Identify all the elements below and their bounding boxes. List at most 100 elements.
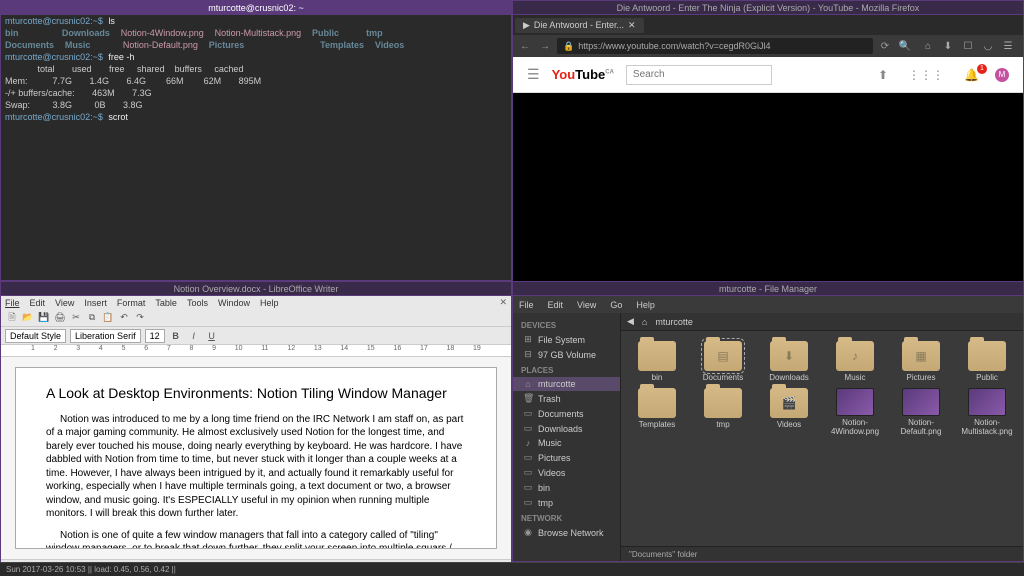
folder-item[interactable]: ⬇Downloads — [759, 341, 819, 382]
url-bar[interactable]: 🔒https://www.youtube.com/watch?v=cegdR0G… — [557, 38, 873, 54]
fm-title[interactable]: mturcotte - File Manager — [513, 282, 1023, 296]
sidebar-item[interactable]: ▭tmp — [513, 495, 620, 510]
taskbar[interactable]: Sun 2017-03-26 10:53 || load: 0.45, 0.56… — [0, 562, 1024, 576]
menubar: File Edit View Insert Format Table Tools… — [1, 296, 511, 309]
paste-icon[interactable]: 📋 — [101, 311, 115, 325]
image-item[interactable]: Notion-4Window.png — [825, 388, 885, 436]
italic-icon[interactable]: I — [187, 329, 201, 343]
filemanager-pane: mturcotte - File Manager File Edit View … — [512, 281, 1024, 562]
folder-icon: ▭ — [523, 408, 533, 419]
close-icon[interactable]: ✕ — [628, 20, 636, 31]
font-select[interactable]: Liberation Serif — [70, 329, 141, 343]
nav-back-icon[interactable]: ◀ — [627, 316, 634, 327]
terminal-body[interactable]: mturcotte@crusnic02:~$ ls bin Downloads … — [1, 15, 511, 125]
menu-icon[interactable]: ☰ — [1001, 39, 1015, 53]
sidebar-item-label: tmp — [538, 498, 553, 508]
bookmark-icon[interactable]: ☐ — [961, 39, 975, 53]
download-icon[interactable]: ⬇ — [941, 39, 955, 53]
breadcrumb[interactable]: mturcotte — [655, 317, 693, 327]
sidebar-item[interactable]: ⌂mturcotte — [513, 377, 620, 391]
yt-menu-icon[interactable]: ☰ — [527, 66, 540, 83]
folder-item[interactable]: ▤Documents — [693, 341, 753, 382]
folder-item[interactable]: 🎬Videos — [759, 388, 819, 436]
sidebar-item[interactable]: ⊞File System — [513, 332, 620, 347]
video-player[interactable] — [513, 93, 1023, 283]
apps-icon[interactable]: ⋮⋮⋮ — [904, 68, 948, 82]
size-select[interactable]: 12 — [145, 329, 165, 343]
folder-item[interactable]: Public — [957, 341, 1017, 382]
bold-icon[interactable]: B — [169, 329, 183, 343]
menu-edit[interactable]: Edit — [30, 298, 46, 308]
home-icon[interactable]: ⌂ — [642, 317, 647, 327]
sidebar-item[interactable]: 🗑Trash — [513, 391, 620, 406]
document-area[interactable]: A Look at Desktop Environments: Notion T… — [1, 357, 511, 559]
open-icon[interactable]: 📂 — [21, 311, 35, 325]
menu-table[interactable]: Table — [155, 298, 177, 308]
browser-tab[interactable]: ▶Die Antwoord - Enter...✕ — [515, 18, 644, 33]
upload-icon[interactable]: ⬆ — [874, 68, 892, 82]
back-button[interactable]: ← — [517, 38, 533, 54]
paragraph: Notion is one of quite a few window mana… — [46, 529, 466, 549]
notifications-icon[interactable]: 🔔 — [960, 68, 983, 82]
menu-insert[interactable]: Insert — [84, 298, 107, 308]
terminal-title[interactable]: mturcotte@crusnic02: ~ — [1, 1, 511, 15]
copy-icon[interactable]: ⧉ — [85, 311, 99, 325]
doc-close-icon[interactable]: ✕ — [499, 297, 507, 308]
paragraph: Notion was introduced to me by a long ti… — [46, 413, 466, 521]
sidebar-item[interactable]: ♪Music — [513, 436, 620, 450]
image-item[interactable]: Notion-Default.png — [891, 388, 951, 436]
sidebar-item[interactable]: ▭bin — [513, 480, 620, 495]
menu-file[interactable]: File — [5, 298, 20, 308]
sidebar-item[interactable]: ◉Browse Network — [513, 525, 620, 540]
menu-format[interactable]: Format — [117, 298, 146, 308]
folder-item[interactable]: bin — [627, 341, 687, 382]
folder-item[interactable]: ♪Music — [825, 341, 885, 382]
menu-view[interactable]: View — [55, 298, 74, 308]
pocket-icon[interactable]: ◡ — [981, 39, 995, 53]
firefox-title[interactable]: Die Antwoord - Enter The Ninja (Explicit… — [513, 1, 1023, 15]
ruler[interactable]: 12345678910111213141516171819 — [1, 345, 511, 357]
youtube-search-input[interactable] — [626, 65, 772, 85]
menu-window[interactable]: Window — [218, 298, 250, 308]
folder-icon: ♪ — [523, 438, 533, 448]
sidebar: DEVICES ⊞File System⊟97 GB Volume PLACES… — [513, 313, 621, 561]
icon-view[interactable]: bin▤Documents⬇Downloads♪Music▦PicturesPu… — [621, 331, 1023, 546]
search-button[interactable]: 🔍 — [897, 38, 913, 54]
sidebar-item[interactable]: ▭Documents — [513, 406, 620, 421]
folder-item[interactable]: Templates — [627, 388, 687, 436]
underline-icon[interactable]: U — [205, 329, 219, 343]
print-icon[interactable]: 🖨 — [53, 311, 67, 325]
folder-icon: 🗑 — [523, 393, 533, 404]
folder-item[interactable]: ▦Pictures — [891, 341, 951, 382]
forward-button[interactable]: → — [537, 38, 553, 54]
style-select[interactable]: Default Style — [5, 329, 66, 343]
menu-tools[interactable]: Tools — [187, 298, 208, 308]
menu-help[interactable]: Help — [636, 300, 655, 310]
youtube-logo[interactable]: YouTubeCA — [552, 67, 614, 82]
reload-button[interactable]: ⟳ — [877, 38, 893, 54]
folder-item[interactable]: tmp — [693, 388, 753, 436]
undo-icon[interactable]: ↶ — [117, 311, 131, 325]
menu-file[interactable]: File — [519, 300, 534, 310]
sidebar-item[interactable]: ▭Videos — [513, 465, 620, 480]
sidebar-section: PLACES — [513, 364, 620, 377]
image-thumbnail — [968, 388, 1006, 416]
folder-icon: ▦ — [902, 341, 940, 371]
sidebar-item[interactable]: ▭Pictures — [513, 450, 620, 465]
new-icon[interactable]: 🗎 — [5, 311, 19, 325]
folder-icon: ⊟ — [523, 349, 533, 360]
sidebar-item-label: 97 GB Volume — [538, 350, 596, 360]
image-item[interactable]: Notion-Multistack.png — [957, 388, 1017, 436]
save-icon[interactable]: 💾 — [37, 311, 51, 325]
menu-help[interactable]: Help — [260, 298, 279, 308]
menu-view[interactable]: View — [577, 300, 596, 310]
menu-edit[interactable]: Edit — [548, 300, 564, 310]
redo-icon[interactable]: ↷ — [133, 311, 147, 325]
cut-icon[interactable]: ✂ — [69, 311, 83, 325]
lo-title[interactable]: Notion Overview.docx - LibreOffice Write… — [1, 282, 511, 296]
menu-go[interactable]: Go — [610, 300, 622, 310]
home-icon[interactable]: ⌂ — [921, 39, 935, 53]
sidebar-item[interactable]: ▭Downloads — [513, 421, 620, 436]
avatar[interactable]: M — [995, 68, 1009, 82]
sidebar-item[interactable]: ⊟ 97 GB Volume — [513, 347, 620, 362]
